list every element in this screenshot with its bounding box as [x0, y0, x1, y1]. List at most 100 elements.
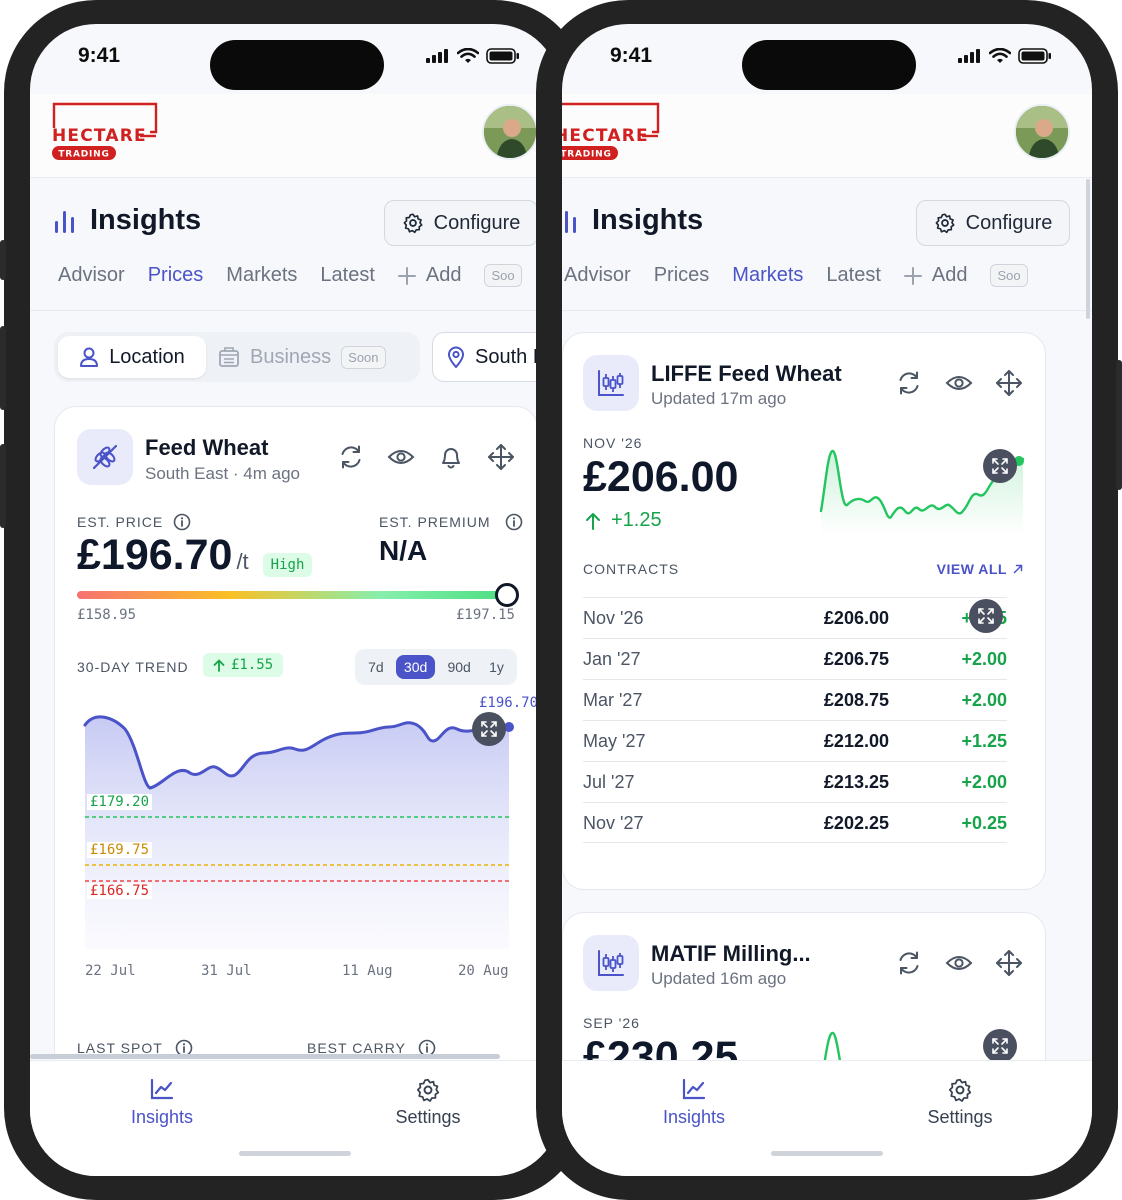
view-all-link[interactable]: VIEW ALL — [937, 561, 1023, 577]
tab-latest[interactable]: Latest — [320, 264, 374, 287]
price-range-thumb — [494, 583, 519, 607]
contract-row[interactable]: Mar '27 £208.75 +2.00 — [583, 679, 1007, 720]
tab-latest[interactable]: Latest — [826, 264, 880, 287]
home-indicator[interactable] — [771, 1151, 883, 1156]
eye-icon[interactable] — [945, 949, 973, 977]
sparkline-expand-button[interactable] — [983, 1029, 1017, 1060]
segment-business: Business Soon — [218, 336, 386, 378]
x-tick-3: 11 Aug — [342, 963, 393, 979]
contract-row[interactable]: Nov '26£206.00+1.25 — [583, 597, 1007, 638]
contract-row[interactable]: Nov '27 £202.25 +0.25 — [583, 802, 1007, 843]
est-premium-label-text: EST. PREMIUM — [379, 514, 491, 530]
contract-month-cell: May '27 — [583, 731, 646, 751]
nav-settings[interactable]: Settings — [368, 1077, 488, 1128]
tab-markets[interactable]: Markets — [732, 264, 803, 287]
row-expand-button[interactable] — [969, 599, 1003, 633]
phone-left: 9:41 HECTARE TRADING Insights Configure … — [0, 0, 586, 1200]
plus-icon — [397, 266, 416, 285]
level-label-169: £169.75 — [87, 842, 153, 858]
tab-add[interactable]: Add — [903, 264, 967, 287]
contract-change-cell: +1.25 — [961, 731, 1007, 751]
range-30d[interactable]: 30d — [395, 655, 436, 679]
contracts-label: CONTRACTS — [583, 561, 680, 577]
chart-expand-button[interactable] — [472, 712, 506, 746]
screen-right: 9:41 HECTARE TRADING Insights Configure … — [562, 24, 1092, 1176]
action-button — [0, 240, 6, 280]
trend-change-value: £1.55 — [231, 657, 274, 673]
contract-month-cell: Jan '27 — [583, 649, 641, 669]
matif-card[interactable]: MATIF Milling... Updated 16m ago SEP '26… — [562, 912, 1046, 1060]
avatar[interactable] — [1014, 104, 1070, 160]
tab-prices[interactable]: Prices — [654, 264, 710, 287]
contract-price-cell: £208.75 — [823, 690, 889, 710]
expand-icon — [978, 608, 994, 624]
info-icon[interactable] — [173, 513, 191, 531]
tab-prices[interactable]: Prices — [148, 264, 204, 287]
tab-advisor[interactable]: Advisor — [58, 264, 125, 287]
liffe-title: LIFFE Feed Wheat — [651, 361, 842, 386]
scroll-content[interactable]: Insights Configure Advisor Prices Market… — [562, 178, 1092, 1060]
home-indicator[interactable] — [239, 1151, 351, 1156]
contract-month-cell: Jul '27 — [583, 772, 635, 792]
card-actions — [337, 443, 515, 471]
expand-icon — [992, 1038, 1008, 1054]
section-heading: Insights — [54, 204, 201, 237]
avatar[interactable] — [482, 104, 538, 160]
tab-advisor[interactable]: Advisor — [564, 264, 631, 287]
candlestick-icon-tile — [583, 935, 639, 991]
liffe-card[interactable]: LIFFE Feed Wheat Updated 17m ago NOV '26… — [562, 332, 1046, 890]
bottom-nav: Insights Settings — [562, 1060, 1092, 1176]
segment-location[interactable]: Location — [58, 336, 206, 378]
hectare-logo: HECTARE TRADING — [52, 102, 158, 160]
contract-row[interactable]: Jul '27 £213.25 +2.00 — [583, 761, 1007, 802]
wheat-icon — [92, 444, 118, 470]
refresh-icon[interactable] — [895, 369, 923, 397]
contract-row[interactable]: Jan '27 £206.75 +2.00 — [583, 638, 1007, 679]
trend-last-value: £196.70 — [479, 695, 539, 711]
svg-text:TRADING: TRADING — [58, 150, 109, 160]
plus-icon — [903, 266, 922, 285]
nav-settings-label: Settings — [927, 1107, 993, 1127]
volume-down-button — [0, 444, 6, 528]
range-1y[interactable]: 1y — [483, 655, 510, 679]
move-icon[interactable] — [995, 369, 1023, 397]
feed-wheat-card[interactable]: Feed Wheat South East · 4m ago EST. PRIC… — [54, 406, 538, 1060]
tab-add[interactable]: Add — [397, 264, 461, 287]
contract-price-cell: £213.25 — [823, 772, 889, 792]
vertical-scroll-indicator[interactable] — [1086, 179, 1090, 319]
eye-icon[interactable] — [945, 369, 973, 397]
nav-insights[interactable]: Insights — [634, 1077, 754, 1128]
user-icon — [80, 347, 99, 367]
move-icon[interactable] — [487, 443, 515, 471]
expand-icon — [481, 721, 497, 737]
nav-settings-label: Settings — [395, 1107, 461, 1127]
configure-button[interactable]: Configure — [916, 200, 1070, 246]
range-7d[interactable]: 7d — [362, 655, 390, 679]
scroll-content[interactable]: Insights Configure Advisor Prices Market… — [30, 178, 560, 1060]
info-icon[interactable] — [505, 513, 523, 531]
refresh-icon[interactable] — [337, 443, 365, 471]
x-tick-2: 31 Jul — [201, 963, 252, 979]
range-90d[interactable]: 90d — [441, 655, 476, 679]
app-header: HECTARE TRADING — [30, 94, 560, 178]
configure-button[interactable]: Configure — [384, 200, 538, 246]
matif-subtitle: Updated 16m ago — [651, 969, 787, 988]
screen-left: 9:41 HECTARE TRADING Insights Configure … — [30, 24, 560, 1176]
eye-icon[interactable] — [387, 443, 415, 471]
sparkline-expand-button[interactable] — [983, 449, 1017, 483]
horizontal-scrollbar[interactable] — [30, 1054, 500, 1059]
bell-icon[interactable] — [437, 443, 465, 471]
arrow-up-icon — [213, 659, 225, 672]
nav-insights[interactable]: Insights — [102, 1077, 222, 1128]
status-icons — [958, 48, 1052, 64]
refresh-icon[interactable] — [895, 949, 923, 977]
tab-markets[interactable]: Markets — [226, 264, 297, 287]
nav-settings[interactable]: Settings — [900, 1077, 1020, 1128]
dynamic-island — [210, 40, 384, 90]
contract-row[interactable]: May '27 £212.00 +1.25 — [583, 720, 1007, 761]
est-price-row: £196.70 /t High — [77, 531, 313, 580]
wheat-icon-tile — [77, 429, 133, 485]
app-header: HECTARE TRADING — [562, 94, 1092, 178]
card-title: Feed Wheat — [145, 435, 269, 460]
move-icon[interactable] — [995, 949, 1023, 977]
